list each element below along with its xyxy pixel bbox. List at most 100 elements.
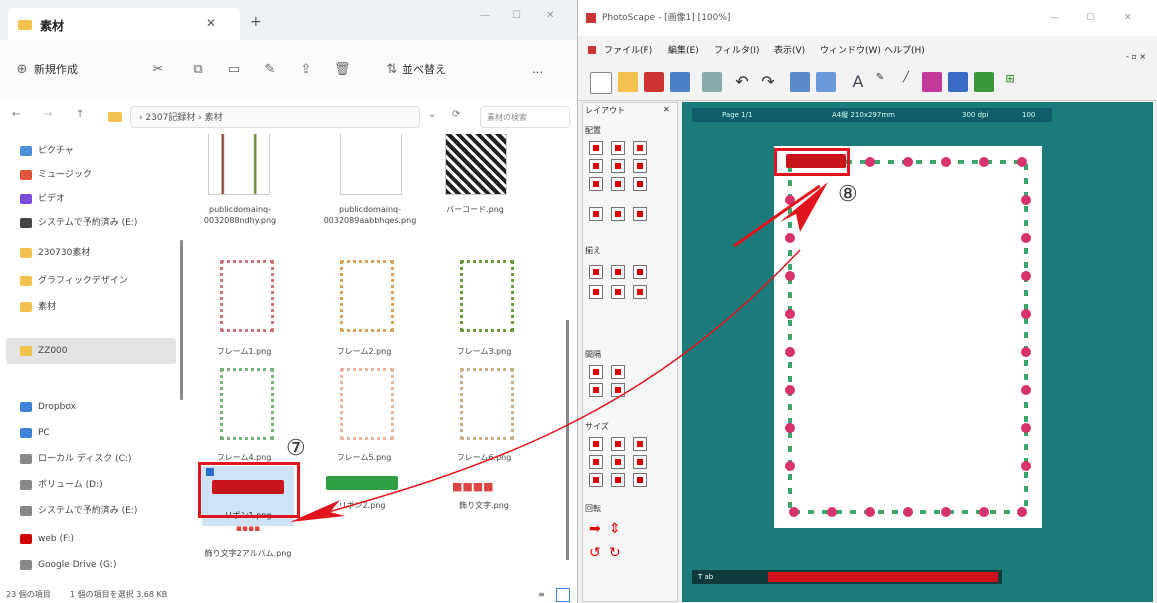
- sidebar-item[interactable]: ビデオ: [20, 188, 65, 210]
- layout-tool-button[interactable]: [589, 383, 603, 397]
- layout-tool-button[interactable]: [633, 207, 647, 221]
- sidebar-item[interactable]: システムで予約済み (E:): [20, 212, 137, 234]
- share-icon[interactable]: ⇪: [298, 62, 314, 78]
- stamp-icon[interactable]: [974, 72, 994, 92]
- layout-tool-button[interactable]: [589, 285, 603, 299]
- layout-tool-button[interactable]: [589, 365, 603, 379]
- file-thumbnail[interactable]: [220, 368, 274, 440]
- cut-icon[interactable]: ✂: [150, 62, 166, 78]
- deco-text-thumbnail[interactable]: ▪▪▪▪: [216, 524, 280, 546]
- delete-icon[interactable]: 🗑: [334, 62, 351, 78]
- paper-size[interactable]: A4縦 210x297mm: [832, 108, 895, 122]
- layout-tool-button[interactable]: [633, 265, 647, 279]
- rotate-ccw-icon[interactable]: ↺: [589, 545, 601, 561]
- file-name[interactable]: 飾り文字2アルバム.png: [198, 548, 298, 559]
- save-icon[interactable]: [644, 72, 664, 92]
- layout-tool-button[interactable]: [611, 473, 625, 487]
- file-thumbnail[interactable]: [340, 134, 402, 195]
- layout-tool-button[interactable]: [589, 207, 603, 221]
- layout-tool-button[interactable]: [589, 159, 603, 173]
- file-name[interactable]: publicdomainq-0032088ndhy.png: [190, 204, 290, 226]
- file-thumbnail[interactable]: [340, 260, 394, 332]
- file-name[interactable]: バーコード.png: [425, 204, 525, 215]
- layout-tool-button[interactable]: [633, 141, 647, 155]
- thumbnail-view-icon[interactable]: [556, 588, 570, 602]
- template-icon[interactable]: ⊞: [1000, 72, 1020, 92]
- layout-tool-button[interactable]: [611, 177, 625, 191]
- sort-button[interactable]: 並べ替え: [402, 60, 446, 80]
- layout-tool-button[interactable]: [589, 473, 603, 487]
- mdi-controls-icon[interactable]: - ▫ ×: [1126, 52, 1146, 61]
- layout-tool-button[interactable]: [611, 159, 625, 173]
- file-thumbnail[interactable]: [460, 368, 514, 440]
- close-pane-icon[interactable]: ✕: [663, 105, 670, 114]
- chevron-down-icon[interactable]: ⌄: [428, 109, 436, 120]
- file-name[interactable]: リボン2.png: [312, 500, 412, 511]
- layout-tool-button[interactable]: [589, 265, 603, 279]
- back-icon[interactable]: ←: [12, 109, 20, 120]
- rename-icon[interactable]: ✎: [262, 62, 278, 78]
- layout-tool-button[interactable]: [589, 455, 603, 469]
- layout-tool-button[interactable]: [611, 141, 625, 155]
- sidebar-item[interactable]: システムで予約済み (E:): [20, 500, 137, 522]
- layout-tool-button[interactable]: [611, 383, 625, 397]
- sidebar-item[interactable]: グラフィックデザイン: [20, 270, 128, 292]
- sidebar-item[interactable]: ローカル ディスク (C:): [20, 448, 131, 470]
- maximize-icon[interactable]: ☐: [1086, 0, 1094, 36]
- layout-tool-button[interactable]: [633, 285, 647, 299]
- nav-scrollbar[interactable]: [180, 240, 183, 400]
- file-name[interactable]: フレーム1.png: [194, 346, 294, 357]
- close-window-icon[interactable]: ✕: [546, 10, 554, 21]
- print-icon[interactable]: [670, 72, 690, 92]
- menu-window[interactable]: ウィンドウ(W): [820, 44, 881, 58]
- open-folder-icon[interactable]: [618, 72, 638, 92]
- layout-tool-button[interactable]: [611, 365, 625, 379]
- sidebar-item[interactable]: Google Drive (G:): [20, 554, 116, 576]
- layout-tool-button[interactable]: [589, 141, 603, 155]
- green-ribbon-thumbnail[interactable]: [326, 476, 398, 490]
- file-thumbnail[interactable]: [460, 260, 514, 332]
- layout-tool-button[interactable]: [633, 437, 647, 451]
- refresh-icon[interactable]: ⟳: [452, 109, 460, 120]
- layout-tool-button[interactable]: [611, 437, 625, 451]
- new-button[interactable]: 新規作成: [34, 60, 78, 80]
- layout-tool-button[interactable]: [589, 177, 603, 191]
- undo-icon[interactable]: ↶: [732, 72, 752, 92]
- pen-icon[interactable]: ✎: [870, 72, 890, 92]
- menu-filter[interactable]: フィルタ(I): [714, 44, 760, 58]
- layer-ribbon-preview[interactable]: [768, 572, 998, 582]
- menu-help[interactable]: ヘルプ(H): [884, 44, 925, 58]
- file-name[interactable]: publicdomainq-0032089aabbhqes.png: [320, 204, 420, 226]
- more-button[interactable]: …: [532, 60, 543, 80]
- deco-text-thumbnail[interactable]: ■■■■: [452, 480, 516, 494]
- line-icon[interactable]: ╱: [896, 72, 916, 92]
- copy-icon[interactable]: ⧉: [190, 62, 206, 78]
- layout-tool-button[interactable]: [611, 207, 625, 221]
- file-name[interactable]: フレーム5.png: [314, 452, 414, 463]
- file-name[interactable]: 飾り文字.png: [434, 500, 534, 511]
- sidebar-item[interactable]: 230730素材: [20, 242, 90, 264]
- sidebar-item[interactable]: ピクチャ: [20, 140, 74, 162]
- gallery-icon[interactable]: [816, 72, 836, 92]
- file-thumbnail[interactable]: [220, 260, 274, 332]
- sidebar-item[interactable]: Dropbox: [20, 396, 76, 418]
- search-input[interactable]: 素材の検索: [480, 106, 570, 128]
- sidebar-item[interactable]: ZZ000: [20, 340, 68, 362]
- close-tab-icon[interactable]: ✕: [206, 16, 216, 30]
- menu-edit[interactable]: 編集(E): [668, 44, 699, 58]
- address-bar[interactable]: › 2307記録材 › 素材: [130, 106, 420, 128]
- redo-icon[interactable]: ↷: [758, 72, 778, 92]
- layout-tool-button[interactable]: [633, 473, 647, 487]
- document-page[interactable]: ⑧: [774, 146, 1042, 528]
- sidebar-item[interactable]: ボリューム (D:): [20, 474, 103, 496]
- rotate-cw-icon[interactable]: ↻: [609, 545, 621, 561]
- sidebar-item[interactable]: 素材: [20, 296, 56, 318]
- minimize-icon[interactable]: —: [480, 10, 490, 21]
- menu-view[interactable]: 表示(V): [774, 44, 805, 58]
- details-view-icon[interactable]: ≡: [538, 586, 545, 603]
- sidebar-item[interactable]: ミュージック: [20, 164, 92, 186]
- layout-tool-button[interactable]: [611, 285, 625, 299]
- file-thumbnail[interactable]: [208, 134, 270, 195]
- layout-tool-button[interactable]: [589, 437, 603, 451]
- file-name[interactable]: フレーム3.png: [434, 346, 534, 357]
